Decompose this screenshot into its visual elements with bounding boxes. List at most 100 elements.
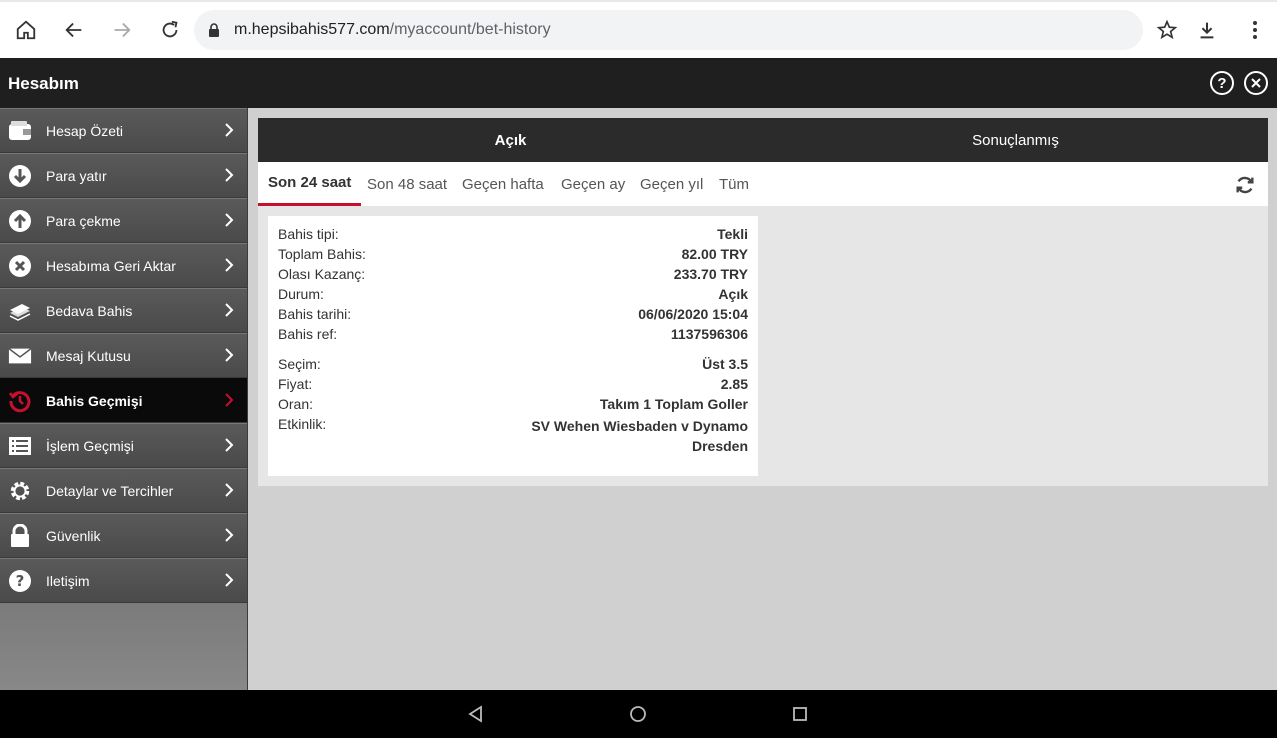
- bet-ref-value: 1137596306: [670, 326, 748, 342]
- chevron-right-icon: [224, 438, 234, 457]
- bet-type-row: Bahis tipi: Tekli: [278, 224, 748, 244]
- gear-icon: [8, 479, 32, 503]
- bet-date-label: Bahis tarihi:: [278, 306, 352, 322]
- stake-row: Toplam Bahis: 82.00 TRY: [278, 244, 748, 264]
- deposit-icon: [8, 164, 32, 188]
- sidebar-item-free-bet[interactable]: Bedava Bahis: [0, 288, 247, 333]
- stake-label: Toplam Bahis:: [278, 246, 366, 262]
- question-icon: ?: [8, 569, 32, 593]
- reload-icon[interactable]: [154, 14, 186, 46]
- transfer-back-icon: [8, 254, 32, 278]
- browser-toolbar: m.hepsibahis577.com/myaccount/bet-histor…: [0, 0, 1277, 58]
- sidebar-item-label: Bedava Bahis: [46, 303, 133, 319]
- chevron-right-icon: [224, 303, 234, 322]
- chevron-right-icon: [224, 348, 234, 367]
- chevron-right-icon: [224, 483, 234, 502]
- free-bet-icon: [8, 299, 32, 323]
- account-sidebar: Hesap Özeti Para yatır Para çekme Hesabı…: [0, 108, 248, 690]
- status-label: Durum:: [278, 286, 324, 302]
- sidebar-item-inbox[interactable]: Mesaj Kutusu: [0, 333, 247, 378]
- withdraw-icon: [8, 209, 32, 233]
- tab-open[interactable]: Açık: [258, 118, 763, 162]
- page-title: Hesabım: [8, 74, 79, 93]
- bet-ref-row: Bahis ref: 1137596306: [278, 324, 748, 344]
- help-icon[interactable]: ?: [1210, 71, 1234, 95]
- stake-value: 82.00 TRY: [681, 246, 748, 262]
- status-row: Durum: Açık: [278, 284, 748, 304]
- sidebar-item-deposit[interactable]: Para yatır: [0, 153, 247, 198]
- sidebar-item-label: Detaylar ve Tercihler: [46, 483, 174, 499]
- potential-win-label: Olası Kazanç:: [278, 266, 366, 282]
- android-recents-icon[interactable]: [790, 704, 810, 724]
- app-header: Hesabım ?: [0, 58, 1277, 108]
- sidebar-item-label: İşlem Geçmişi: [46, 438, 134, 454]
- potential-win-value: 233.70 TRY: [673, 266, 748, 282]
- bet-date-row: Bahis tarihi: 06/06/2020 15:04: [278, 304, 748, 324]
- bet-type-value: Tekli: [717, 226, 748, 242]
- tab-settled[interactable]: Sonuçlanmış: [763, 118, 1268, 162]
- sidebar-item-label: Para çekme: [46, 213, 121, 229]
- close-icon[interactable]: [1244, 71, 1268, 95]
- chevron-right-icon: [224, 213, 234, 232]
- lock-icon: [208, 23, 220, 42]
- history-icon: [8, 389, 32, 413]
- filter-last-week[interactable]: Geçen hafta: [452, 162, 554, 206]
- filter-last-year[interactable]: Geçen yıl: [630, 162, 713, 206]
- filter-all[interactable]: Tüm: [709, 162, 759, 206]
- filter-last-month[interactable]: Geçen ay: [551, 162, 635, 206]
- menu-dots-icon[interactable]: [1239, 14, 1271, 46]
- event-value: SV Wehen Wiesbaden v Dynamo Dresden: [531, 418, 748, 454]
- address-bar[interactable]: m.hepsibahis577.com/myaccount/bet-histor…: [194, 10, 1143, 50]
- sidebar-item-withdraw[interactable]: Para çekme: [0, 198, 247, 243]
- sidebar-item-contact[interactable]: ? Iletişim: [0, 558, 247, 603]
- chevron-right-icon: [224, 168, 234, 187]
- sidebar-item-details-preferences[interactable]: Detaylar ve Tercihler: [0, 468, 247, 513]
- bet-status-tabs: Açık Sonuçlanmış: [258, 118, 1268, 162]
- bet-date-value: 06/06/2020 15:04: [638, 306, 748, 322]
- back-icon[interactable]: [58, 14, 90, 46]
- filter-last-48h[interactable]: Son 48 saat: [357, 162, 457, 206]
- chevron-right-icon: [224, 528, 234, 547]
- url-path: /myaccount/bet-history: [389, 21, 551, 38]
- selection-label: Seçim:: [278, 356, 321, 372]
- sidebar-item-label: Mesaj Kutusu: [46, 348, 131, 364]
- chevron-right-icon: [224, 573, 234, 592]
- tab-strip: [0, 0, 1277, 2]
- sidebar-item-label: Bahis Geçmişi: [46, 393, 143, 409]
- wallet-icon: [8, 119, 32, 143]
- selection-value: Üst 3.5: [702, 356, 748, 372]
- market-label: Oran:: [278, 396, 314, 412]
- selection-row: Seçim: Üst 3.5: [278, 354, 748, 374]
- filter-last-24h[interactable]: Son 24 saat: [258, 162, 362, 206]
- potential-win-row: Olası Kazanç: 233.70 TRY: [278, 264, 748, 284]
- sidebar-item-transaction-history[interactable]: İşlem Geçmişi: [0, 423, 247, 468]
- bet-ref-label: Bahis ref:: [278, 326, 338, 342]
- market-value: Takım 1 Toplam Goller: [599, 396, 748, 412]
- sidebar-item-bet-history[interactable]: Bahis Geçmişi: [0, 378, 247, 423]
- url-text: m.hepsibahis577.com/myaccount/bet-histor…: [234, 21, 551, 39]
- sidebar-item-security[interactable]: Güvenlik: [0, 513, 247, 558]
- download-icon[interactable]: [1191, 14, 1223, 46]
- android-nav-bar: [0, 690, 1277, 738]
- forward-icon[interactable]: [106, 14, 138, 46]
- refresh-icon[interactable]: [1234, 174, 1256, 196]
- bet-card: Bahis tipi: Tekli Toplam Bahis: 82.00 TR…: [268, 216, 758, 476]
- chevron-right-icon: [224, 258, 234, 277]
- price-value: 2.85: [720, 376, 748, 392]
- chevron-right-icon: [224, 393, 234, 412]
- sidebar-item-label: Hesap Özeti: [46, 123, 124, 139]
- sidebar-item-transfer-back[interactable]: Hesabıma Geri Aktar: [0, 243, 247, 288]
- bookmark-star-icon[interactable]: [1151, 14, 1183, 46]
- android-back-icon[interactable]: [466, 704, 486, 724]
- bet-history-panel: Açık Sonuçlanmış Son 24 saat Son 48 saat…: [258, 118, 1268, 486]
- svg-text:?: ?: [16, 572, 25, 590]
- sidebar-item-label: Para yatır: [46, 168, 107, 184]
- home-icon[interactable]: [10, 14, 42, 46]
- mail-icon: [8, 344, 32, 368]
- event-label: Etkinlik:: [278, 416, 327, 432]
- sidebar-item-label: Iletişim: [46, 573, 90, 589]
- url-domain: m.hepsibahis577.com: [234, 21, 390, 38]
- sidebar-item-account-summary[interactable]: Hesap Özeti: [0, 108, 247, 153]
- android-home-icon[interactable]: [628, 704, 648, 724]
- sidebar-item-label: Hesabıma Geri Aktar: [46, 258, 176, 274]
